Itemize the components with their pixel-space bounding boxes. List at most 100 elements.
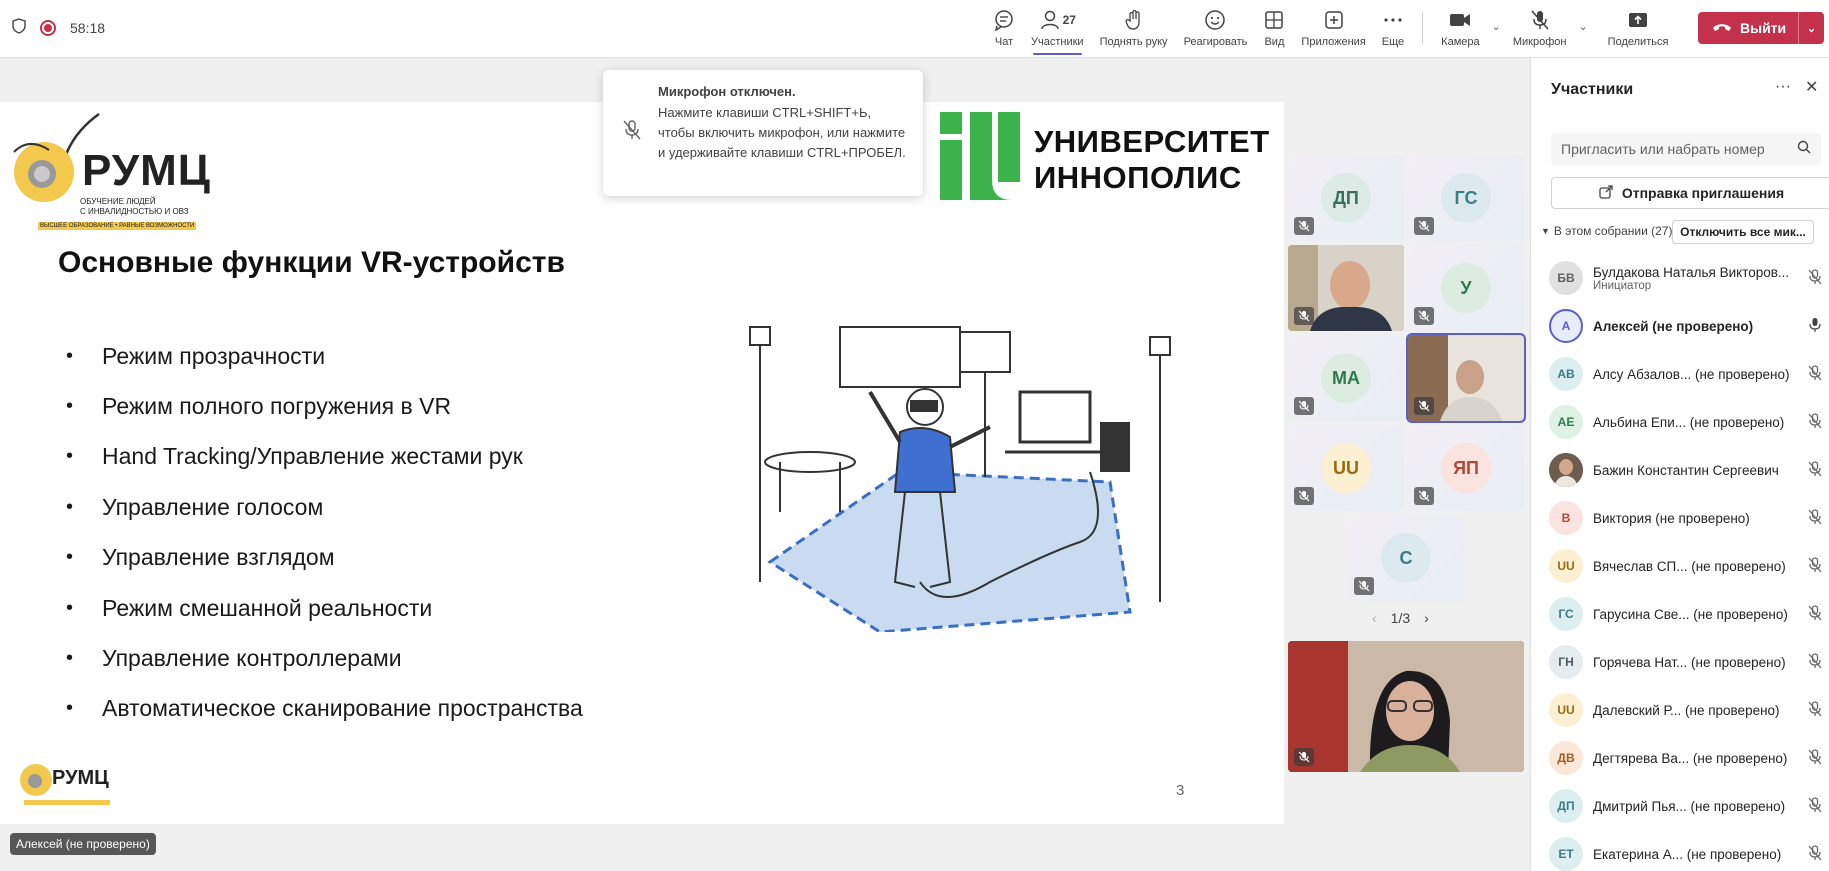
participant-row[interactable]: UU Далевский Р... (не проверено) [1531,686,1829,734]
mic-muted-notification: Микрофон отключен. Нажмите клавиши CTRL+… [603,70,923,196]
avatar: ДВ [1549,741,1583,775]
bullet-item: Hand Tracking/Управление жестами рук [66,432,583,482]
participants-panel: Участники ··· ✕ Пригласить или набрать н… [1530,58,1829,871]
recording-icon [40,19,56,36]
participant-row[interactable]: Бажин Константин Сергеевич [1531,446,1829,494]
vr-room-illustration [749,326,1171,632]
send-invite-button[interactable]: Отправка приглашения [1551,177,1829,209]
participant-row[interactable]: ГН Горячева Нат... (не проверено) [1531,638,1829,686]
mic-label: Микрофон [1512,36,1567,48]
in-meeting-section-header[interactable]: ▼ В этом собрании (27) [1541,224,1672,238]
participant-name: Дегтярева Ва... (не проверено) [1593,750,1788,766]
react-button[interactable]: Реагировать [1176,8,1256,52]
participant-name: Екатерина А... (не проверено) [1593,846,1782,862]
more-button[interactable]: Еще [1374,8,1412,52]
avatar: ДП [1321,173,1371,223]
bullet-item: Управление контроллерами [66,633,583,683]
participant-row[interactable]: ГС Гарусина Све... (не проверено) [1531,590,1829,638]
react-label: Реагировать [1183,36,1248,48]
more-icon [1382,8,1404,32]
mic-off-icon [1294,748,1314,766]
mic-off-icon [1294,307,1314,325]
camera-options-chevron-icon[interactable]: ⌄ [1488,20,1505,52]
invite-search-input[interactable]: Пригласить или набрать номер [1551,133,1821,165]
shared-slide: РУМЦ ОБУЧЕНИЕ ЛЮДЕЙ С ИНВАЛИДНОСТЬЮ И ОВ… [0,102,1284,824]
participant-row[interactable]: АВ Алсу Абзалов... (не проверено) [1531,350,1829,398]
presenter-name-label: Алексей (не проверено) [10,833,156,855]
participant-tile[interactable]: ГС [1408,155,1524,241]
mic-off-icon [1808,749,1822,768]
next-page-chevron-icon[interactable]: › [1424,610,1429,626]
participant-tile[interactable]: У [1408,245,1524,331]
send-invite-label: Отправка приглашения [1621,185,1785,201]
apps-button[interactable]: Приложения [1293,8,1373,52]
mic-options-chevron-icon[interactable]: ⌄ [1574,20,1591,52]
avatar: ГС [1549,597,1583,631]
innopolis-line-2: ИННОПОЛИС [1034,160,1242,195]
leave-button[interactable]: Выйти ⌄ [1698,12,1824,44]
more-label: Еще [1381,36,1405,48]
participant-row[interactable]: БВ Булдакова Наталья Викторов... Инициат… [1531,254,1829,302]
leave-chevron-icon[interactable]: ⌄ [1798,12,1824,44]
participant-row[interactable]: АЕ Альбина Епи... (не проверено) [1531,398,1829,446]
participant-row[interactable]: А Алексей (не проверено) [1531,302,1829,350]
slide-page-number: 3 [1176,782,1185,799]
participant-tile[interactable]: МА [1288,335,1404,421]
participant-row[interactable]: ЕТ Екатерина А... (не проверено) [1531,830,1829,871]
mic-off-icon [623,120,641,145]
participant-row[interactable]: ДВ Дегтярева Ва... (не проверено) [1531,734,1829,782]
mic-button[interactable]: Микрофон [1505,8,1575,52]
view-button[interactable]: Вид [1255,8,1293,52]
participants-count: 27 [1062,13,1076,27]
chat-button[interactable]: Чат [985,8,1023,52]
mic-off-icon [1808,797,1822,816]
avatar: ГН [1549,645,1583,679]
participant-name: Далевский Р... (не проверено) [1593,702,1780,718]
prev-page-chevron-icon[interactable]: ‹ [1372,610,1377,626]
participant-tile[interactable]: С [1348,515,1464,601]
camera-button[interactable]: Камера [1433,8,1487,52]
share-button[interactable]: Поделиться [1600,8,1677,52]
self-video-tile[interactable] [1288,641,1524,772]
avatar: ЕТ [1549,837,1583,871]
mic-on-icon [1808,317,1822,336]
participant-tile[interactable]: UU [1288,425,1404,511]
chat-label: Чат [994,36,1014,48]
meeting-status: 58:18 [12,18,105,37]
bullet-item: Управление взглядом [66,533,583,583]
rumc-small-logo: РУМЦ [20,764,110,805]
avatar: ДП [1549,789,1583,823]
rumc-logo-subtitle-2: С ИНВАЛИДНОСТЬЮ И ОВЗ [80,207,189,216]
raise-hand-button[interactable]: Поднять руку [1092,8,1176,52]
participant-tile[interactable]: ДП [1288,155,1404,241]
avatar: UU [1549,549,1583,583]
leave-label: Выйти [1740,20,1787,36]
participant-row[interactable]: ДП Дмитрий Пья... (не проверено) [1531,782,1829,830]
smile-icon [1204,8,1226,32]
participant-name: Альбина Епи... (не проверено) [1593,414,1785,430]
bullet-item: Автоматическое сканирование пространства [66,684,583,734]
tile-pager: ‹ 1/3 › [1372,610,1429,626]
mic-off-icon [1808,653,1822,672]
participants-list: БВ Булдакова Наталья Викторов... Инициат… [1531,254,1829,871]
participant-video-tile[interactable] [1288,245,1404,331]
close-icon[interactable]: ✕ [1805,77,1818,97]
mute-all-button[interactable]: Отключить все мик... [1672,220,1814,244]
mic-off-icon [1414,397,1434,415]
mic-off-icon [1808,413,1822,432]
participant-row[interactable]: В Виктория (не проверено) [1531,494,1829,542]
participant-row[interactable]: UU Вячеслав СП... (не проверено) [1531,542,1829,590]
participant-name: Горячева Нат... (не проверено) [1593,654,1786,670]
participant-tile[interactable]: ЯП [1408,425,1524,511]
avatar: БВ [1549,261,1583,295]
avatar: АВ [1549,357,1583,391]
more-options-icon[interactable]: ··· [1775,78,1791,96]
participant-name: Булдакова Наталья Викторов... [1593,264,1790,280]
participant-video-tile[interactable] [1406,333,1526,423]
search-icon [1797,140,1811,157]
video-feed [1288,641,1524,772]
participant-name: Алексей (не проверено) [1593,318,1754,334]
participants-button[interactable]: 27 Участники [1023,8,1092,55]
mic-off-icon [1414,487,1434,505]
notification-title: Микрофон отключен. [658,84,796,99]
